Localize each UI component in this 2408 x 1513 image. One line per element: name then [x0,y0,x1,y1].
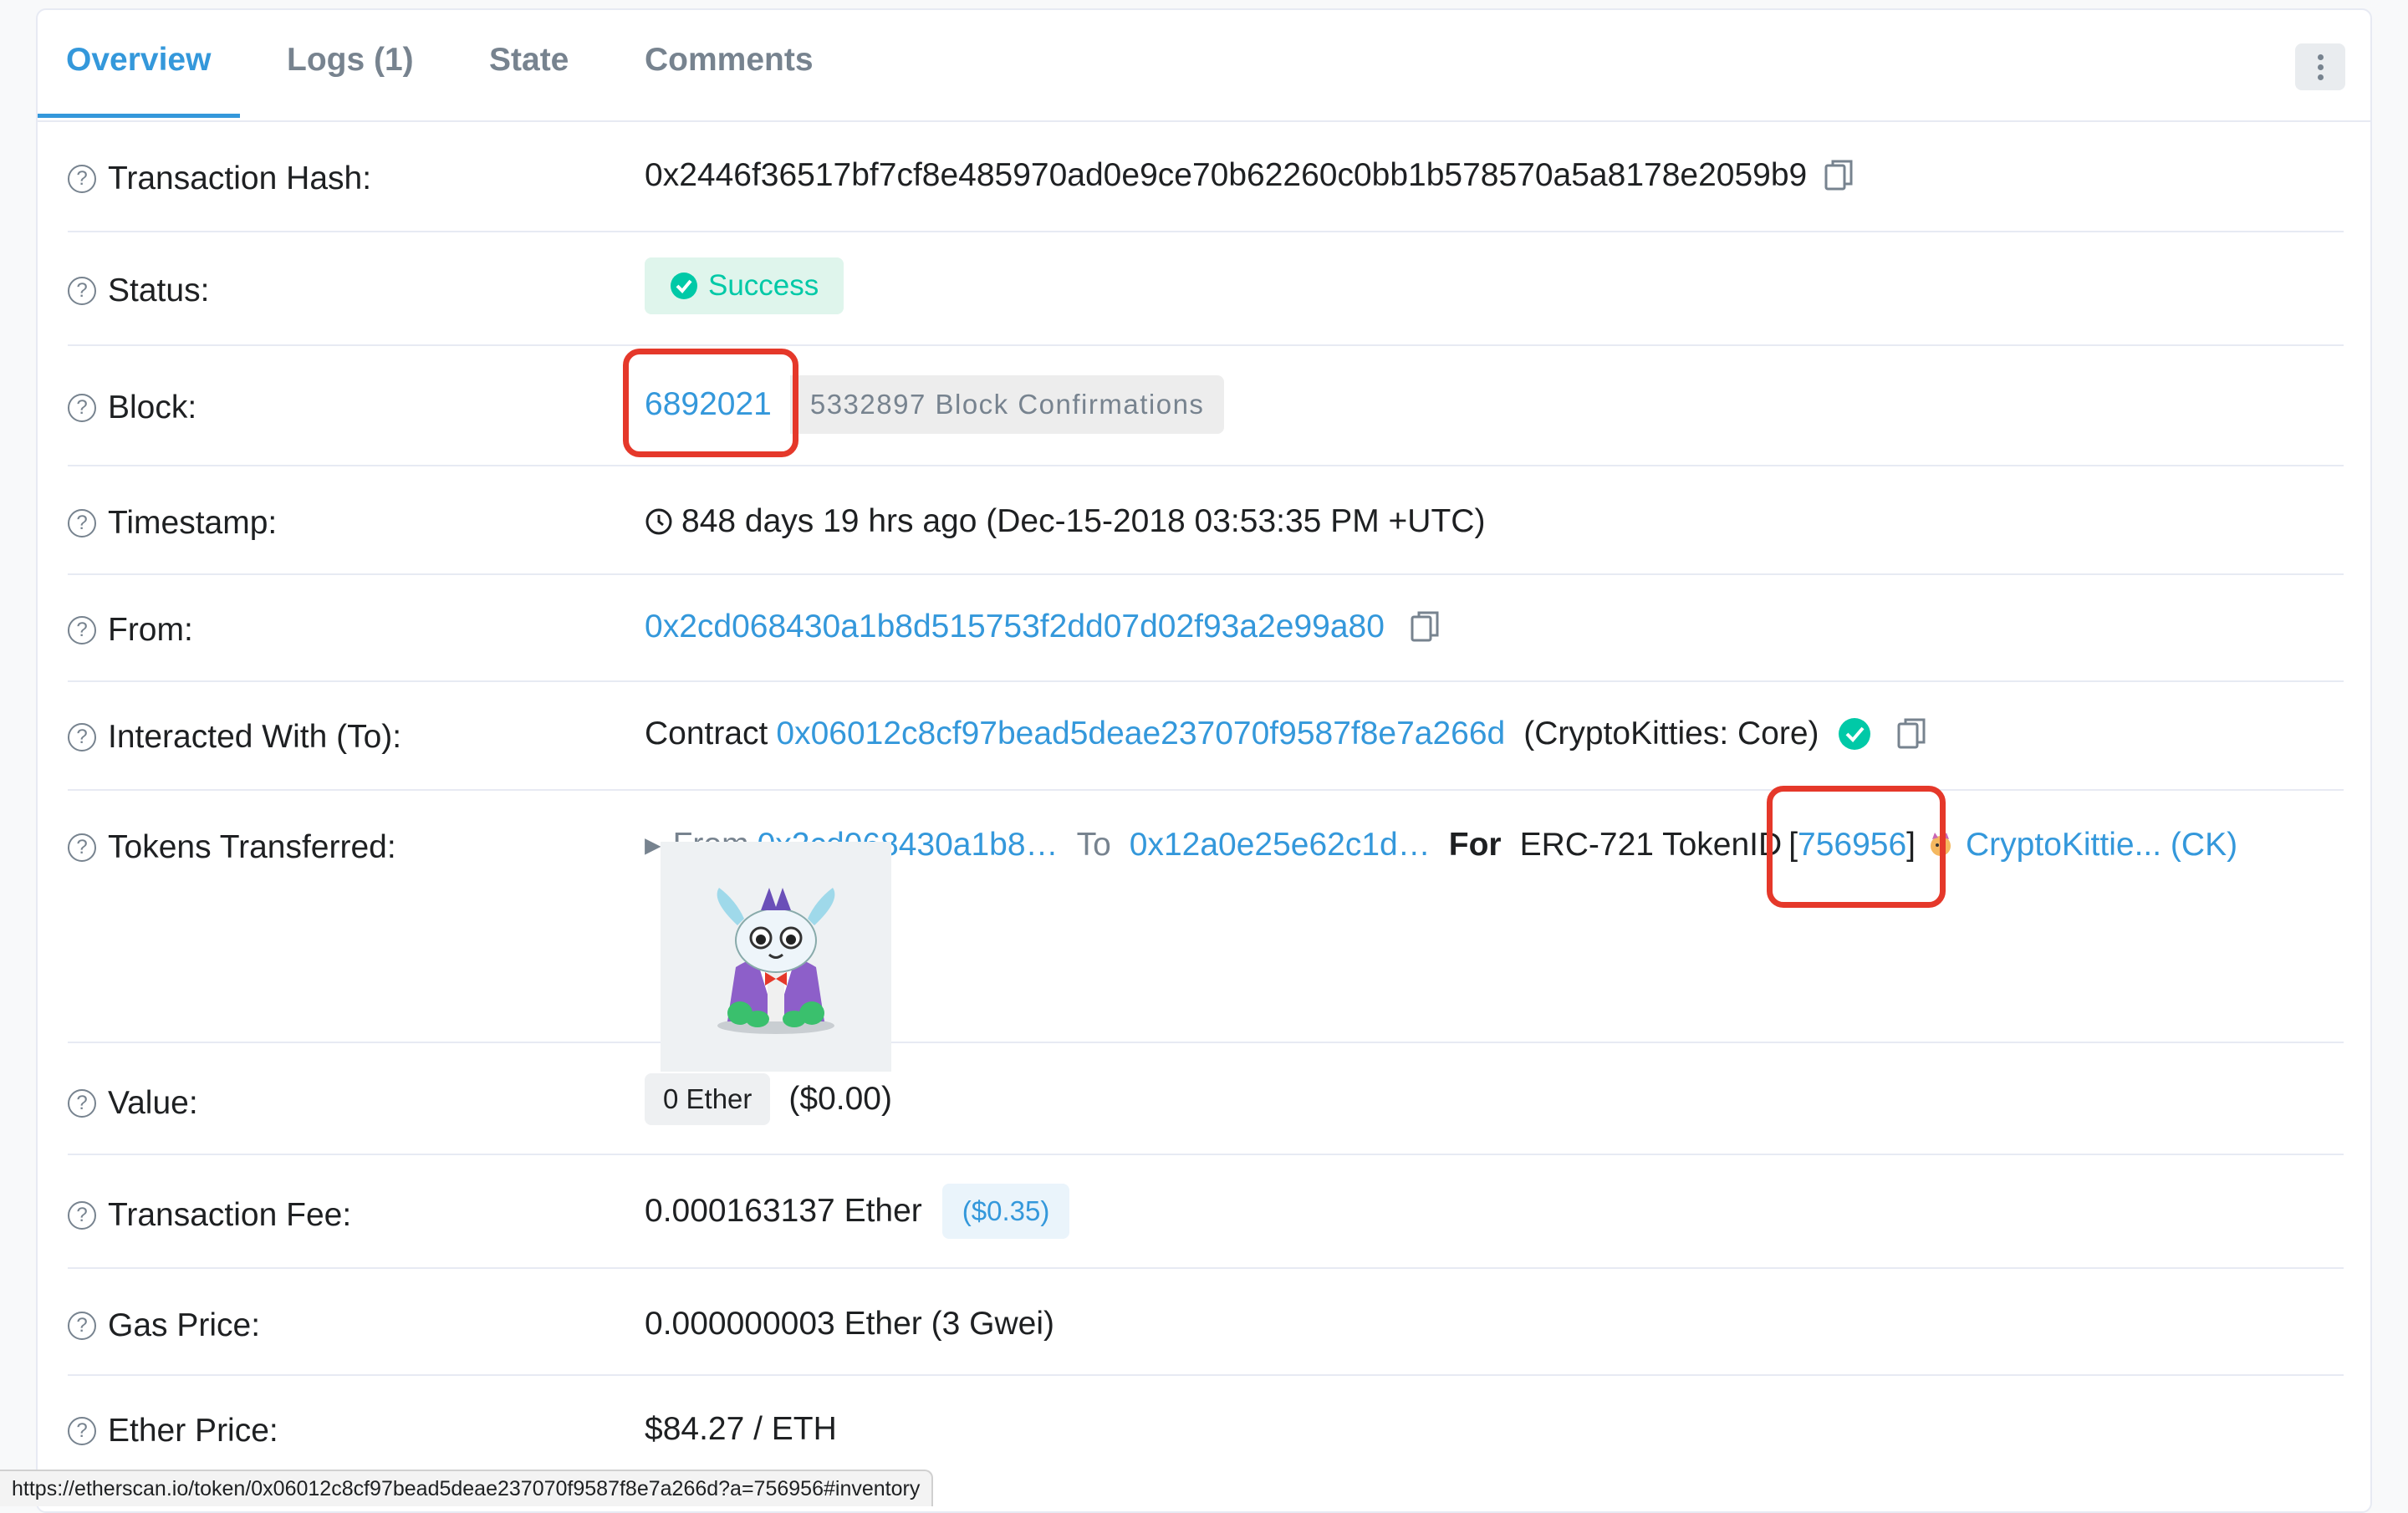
row-label: From: [108,612,193,648]
copy-icon[interactable] [1410,610,1440,644]
row-label: Tokens Transferred: [108,829,396,865]
row-ether-price: ? Ether Price: $84.27 / ETH [68,1374,2344,1483]
row-label: Block: [108,390,197,425]
token-to-address-link[interactable]: 0x12a0e25e62c1d… [1130,827,1431,863]
more-options-button[interactable] [2295,43,2345,90]
cryptokitty-image [717,888,835,1034]
help-icon[interactable]: ? [68,509,96,537]
tab-comments[interactable]: Comments [645,42,814,79]
browser-status-bar: https://etherscan.io/token/0x06012c8cf97… [0,1470,934,1506]
token-type: ERC-721 TokenID [1519,826,1783,863]
verified-check-icon [1838,718,1870,750]
transaction-hash-value: 0x2446f36517bf7cf8e485970ad0e9ce70b62260… [645,157,1808,193]
row-label: Transaction Hash: [108,160,372,196]
row-label: Timestamp: [108,505,278,541]
clock-icon [645,508,672,535]
row-label: Status: [108,273,210,308]
row-value: ? Value: 0 Ether ($0.00) [68,1042,2344,1155]
row-label: Value: [108,1085,198,1121]
row-label: Interacted With (To): [108,719,402,755]
tab-state[interactable]: State [489,42,569,79]
help-icon[interactable]: ? [68,394,96,422]
token-image-preview [661,842,891,1072]
copy-icon[interactable] [1824,159,1854,192]
row-label: Transaction Fee: [108,1197,352,1233]
row-label: Ether Price: [108,1413,278,1449]
copy-icon[interactable] [1896,717,1926,751]
status-text: Success [708,269,819,302]
help-icon[interactable]: ? [68,1201,96,1230]
tab-overview[interactable]: Overview [66,42,211,79]
transaction-details-card: Overview Logs (1) State Comments ? Trans… [36,8,2372,1513]
contract-address-link[interactable]: 0x06012c8cf97bead5deae237070f9587f8e7a26… [776,716,1505,752]
fee-amount: 0.000163137 Ether [645,1193,922,1229]
token-to-label: To [1076,826,1111,863]
help-icon[interactable]: ? [68,165,96,193]
row-gas-price: ? Gas Price: 0.000000003 Ether (3 Gwei) [68,1267,2344,1376]
help-icon[interactable]: ? [68,833,96,862]
ether-price-value: $84.27 / ETH [645,1411,837,1447]
gas-price-value: 0.000000003 Ether (3 Gwei) [645,1306,1054,1342]
check-circle-icon [671,273,697,299]
row-interacted-with: ? Interacted With (To): Contract 0x06012… [68,680,2344,791]
from-address-link[interactable]: 0x2cd068430a1b8d515753f2dd07d02f93a2e99a… [645,609,1385,645]
row-block: ? Block: 6892021 5332897 Block Confirmat… [68,344,2344,466]
timestamp-value: 848 days 19 hrs ago (Dec-15-2018 03:53:3… [681,503,1486,539]
help-icon[interactable]: ? [68,616,96,644]
row-transaction-fee: ? Transaction Fee: 0.000163137 Ether ($0… [68,1154,2344,1269]
bullet-arrow: ▸ [645,827,661,863]
token-for-label: For [1448,826,1502,863]
row-timestamp: ? Timestamp: 848 days 19 hrs ago (Dec-15… [68,465,2344,575]
help-icon[interactable]: ? [68,1089,96,1118]
contract-prefix: Contract [645,716,768,751]
block-confirmations-badge: 5332897 Block Confirmations [789,375,1225,434]
contract-name: (CryptoKitties: Core) [1523,716,1819,751]
help-icon[interactable]: ? [68,1312,96,1340]
row-status: ? Status: Success [68,231,2344,346]
tab-bar: Overview Logs (1) State Comments [38,10,2370,122]
status-badge: Success [645,257,844,314]
help-icon[interactable]: ? [68,1417,96,1445]
help-icon[interactable]: ? [68,723,96,751]
row-from: ? From: 0x2cd068430a1b8d515753f2dd07d02f… [68,573,2344,682]
tab-logs[interactable]: Logs (1) [287,42,414,79]
row-transaction-hash: ? Transaction Hash: 0x2446f36517bf7cf8e4… [68,120,2344,232]
value-ether-badge: 0 Ether [645,1073,771,1125]
row-label: Gas Price: [108,1307,261,1343]
active-tab-indicator [38,114,240,118]
row-tokens-transferred: ? Tokens Transferred: ▸ From 0x2cd068430… [68,789,2344,1043]
value-usd: ($0.00) [788,1081,892,1117]
fee-usd-badge: ($0.35) [941,1184,1070,1239]
help-icon[interactable]: ? [68,277,96,305]
token-name-link[interactable]: CryptoKittie... (CK) [1966,827,2237,863]
highlight-box-token-id [1767,786,1946,908]
highlight-box-block [623,349,798,457]
